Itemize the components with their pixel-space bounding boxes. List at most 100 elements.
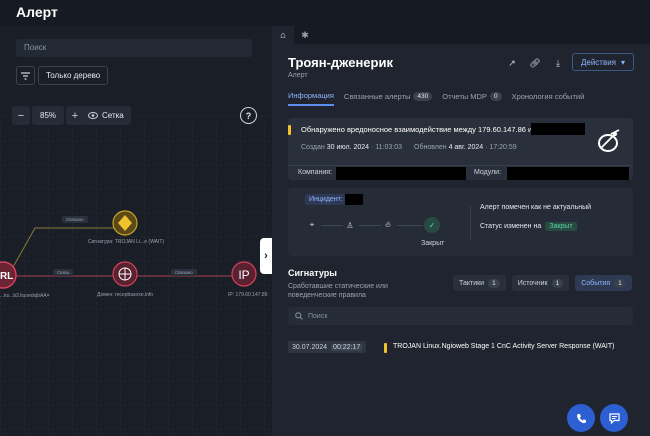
node-caption: IP: 179.60.147.86 xyxy=(228,292,268,298)
search-placeholder: Поиск xyxy=(308,312,328,320)
fire-icon: 🔥︎ xyxy=(385,220,391,229)
tab-label: События xyxy=(581,279,611,287)
alert-title: Троян-дженерик xyxy=(288,55,393,70)
chevron-down-icon: ▾ xyxy=(621,57,626,67)
zoom-out-button[interactable]: − xyxy=(12,106,30,125)
panel-tabs: ⌂ ✱ xyxy=(272,26,650,44)
alert-description: Обнаружено вредоносное взаимодействие ме… xyxy=(301,125,533,134)
search-icon xyxy=(295,312,303,320)
tab-timeline[interactable]: Хронология событий xyxy=(512,92,585,105)
signatures-title: Сигнатуры xyxy=(288,268,337,278)
created-time: · 11:03:03 xyxy=(370,144,402,151)
detail-pane: ⌂ ✱ Троян-дженерик Алерт ↗ 🔗︎ ⤓ Действия… xyxy=(272,26,650,436)
incident-card: Инцидент: ⌖ ♙ 🔥︎ ✓ Закрыт Алерт помечен … xyxy=(288,188,633,256)
signatures-subtitle: Сработавшие статические или поведенчески… xyxy=(288,283,388,299)
download-icon[interactable]: ⤓ xyxy=(551,56,565,70)
signature-time: 00:22:17 xyxy=(331,343,363,351)
divider xyxy=(470,206,471,240)
updated-time: · 17:20:59 xyxy=(485,144,517,151)
zoom-controls: − 85% + xyxy=(12,106,85,125)
user-icon: ♙ xyxy=(346,220,354,230)
graph-node-domain[interactable] xyxy=(112,261,138,287)
status-change-text: Статус изменен на xyxy=(480,223,542,230)
check-icon: ✓ xyxy=(424,217,440,233)
grid-toggle-button[interactable]: Сетка xyxy=(81,106,131,125)
tab-info[interactable]: Информация xyxy=(288,91,334,106)
redacted-modules xyxy=(507,167,629,180)
updated-meta: Обновлен 4 авг. 2024 · 17:20:59 xyxy=(414,144,517,151)
ip-node-text: IP xyxy=(238,268,249,282)
tab-events[interactable]: События 1 xyxy=(575,275,632,291)
tab-tactics[interactable]: Тактики 1 xyxy=(453,275,506,291)
tab-label: Информация xyxy=(288,91,334,100)
actions-label: Действия xyxy=(580,57,617,67)
help-icon[interactable]: ? xyxy=(240,107,257,124)
count-badge: 1 xyxy=(488,278,500,288)
tree-only-toggle[interactable]: Только дерево xyxy=(38,66,109,85)
count-badge: 430 xyxy=(413,92,433,101)
company-label: Компания: xyxy=(298,169,332,176)
created-date: 30 июл. 2024 xyxy=(326,144,370,151)
satellite-icon xyxy=(598,129,620,152)
link-icon[interactable]: 🔗︎ xyxy=(528,56,542,70)
edge-label: Связано xyxy=(171,269,197,276)
page-title: Алерт xyxy=(16,4,58,20)
zoom-level: 85% xyxy=(32,106,65,125)
node-caption: Домен: recepbasoxe.info xyxy=(97,292,154,298)
count-badge: 0 xyxy=(489,92,502,101)
graph-node-url[interactable]: URL xyxy=(0,260,18,290)
edge-label: Связано xyxy=(62,216,88,223)
signature-date: 30.07.2024 xyxy=(292,343,328,351)
severity-marker xyxy=(384,343,387,353)
tab-source[interactable]: Источник 1 xyxy=(511,275,570,291)
count-badge: 1 xyxy=(614,278,626,288)
collapse-chevron-icon[interactable]: › xyxy=(260,238,272,274)
signature-name: TROJAN Linux.Ngioweb Stage 1 CnC Activit… xyxy=(393,343,615,350)
asterisk-icon[interactable]: ✱ xyxy=(294,26,316,44)
count-badge: 1 xyxy=(551,278,564,288)
updated-label: Обновлен xyxy=(414,144,447,151)
graph-node-signature[interactable] xyxy=(112,210,138,236)
updated-date: 4 авг. 2024 xyxy=(448,144,484,151)
alert-summary-footer: Компания: Модули: xyxy=(288,165,633,185)
detail-tabs: Информация Связанные алерты 430 Отчеты MD… xyxy=(288,91,584,106)
signature-timestamp: 30.07.2024 00:22:17 xyxy=(288,341,367,353)
created-meta: Создан 30 июл. 2024 · 11:03:03 xyxy=(301,144,402,151)
grid-toggle-label: Сетка xyxy=(102,111,124,120)
actions-dropdown[interactable]: Действия ▾ xyxy=(572,53,634,71)
status-badge: Закрыт xyxy=(545,222,577,231)
phone-icon[interactable] xyxy=(567,404,595,432)
filter-button[interactable] xyxy=(16,66,35,85)
created-label: Создан xyxy=(301,144,325,151)
tab-label: Отчеты MDP xyxy=(442,92,487,101)
redacted-block xyxy=(531,123,585,135)
tab-label: Тактики xyxy=(459,279,485,287)
incident-stepper: ⌖ ♙ 🔥︎ ✓ xyxy=(304,214,460,238)
graph-search-input[interactable]: Поиск xyxy=(16,39,252,57)
graph-pane: Поиск Только дерево − 85% + Сетка ? Связ… xyxy=(0,26,272,436)
node-caption: Сигнатура: TROJAN Li...e (WAIT) xyxy=(88,239,165,245)
graph-node-ip[interactable]: IP xyxy=(231,261,257,287)
crosshair-icon: ⌖ xyxy=(309,220,315,229)
signature-filter-tabs: Тактики 1 Источник 1 События 1 xyxy=(453,275,632,291)
tab-label: Связанные алерты xyxy=(343,92,411,101)
redacted-incident xyxy=(345,194,363,205)
closed-step-label: Закрыт xyxy=(421,240,445,247)
edge-label: Связь xyxy=(53,269,74,276)
top-bar: Алерт xyxy=(0,0,650,26)
tab-label: Источник xyxy=(517,279,548,287)
tab-mdp-reports[interactable]: Отчеты MDP 0 xyxy=(442,92,502,105)
tab-related-alerts[interactable]: Связанные алерты 430 xyxy=(343,92,433,105)
external-link-icon[interactable]: ↗ xyxy=(505,56,519,70)
node-caption: ...ks...b2.liuoedsjbAA= xyxy=(0,293,50,299)
incident-link[interactable]: Инцидент: xyxy=(305,194,347,205)
status-history-2: Статус изменен на Закрыт xyxy=(480,222,577,231)
signature-row[interactable]: 30.07.2024 00:22:17 TROJAN Linux.Ngioweb… xyxy=(288,341,633,355)
chat-icon[interactable] xyxy=(600,404,628,432)
home-icon[interactable]: ⌂ xyxy=(272,26,294,44)
eye-icon xyxy=(88,112,98,119)
signature-search-input[interactable]: Поиск xyxy=(288,307,633,325)
filter-icon xyxy=(21,71,30,80)
modules-label: Модули: xyxy=(474,169,502,176)
tab-label: Хронология событий xyxy=(511,92,585,101)
